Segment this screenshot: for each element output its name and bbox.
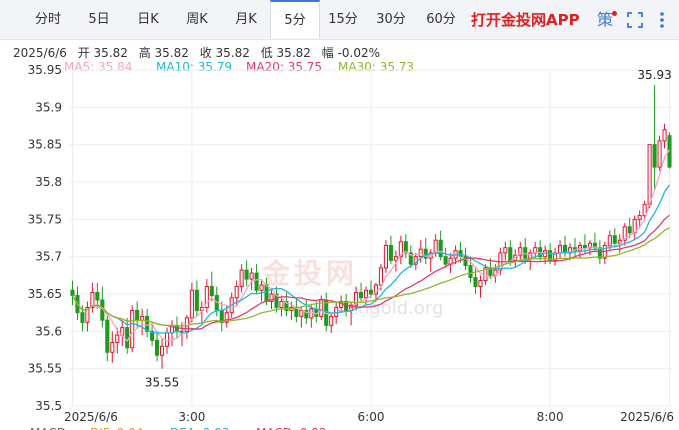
x-tick-label: 6:00 xyxy=(358,410,385,424)
y-tick-label: 35.5 xyxy=(35,399,62,413)
y-axis: 35.5 35.55 35.6 35.65 35.7 35.75 35.8 35.85 35.9… xyxy=(28,63,62,413)
candle-body xyxy=(279,300,284,308)
candle-body xyxy=(368,289,374,295)
candle-body xyxy=(463,256,468,267)
candle-body xyxy=(105,319,110,353)
candle-body xyxy=(637,215,642,220)
candle-body xyxy=(473,277,478,288)
candle-body xyxy=(125,327,130,349)
candle-body xyxy=(259,284,264,291)
candle-body xyxy=(558,244,563,254)
y-tick-label: 35.55 xyxy=(28,362,62,376)
candle-body xyxy=(438,239,443,258)
candle-body xyxy=(607,235,612,246)
candlestick-chart: 35.5 35.55 35.6 35.65 35.7 35.75 35.8 35.85 35.9… xyxy=(28,63,674,430)
macd-legend-partial: MACD DIF: 0.04 DEA: 0.03 MACD: 0.02 xyxy=(30,426,327,430)
x-tick-label: 2025/6/6 xyxy=(64,410,118,424)
candle-body xyxy=(299,309,304,317)
x-tick-label: 8:00 xyxy=(537,410,564,424)
candle-body xyxy=(80,312,85,323)
candle-body xyxy=(130,309,135,349)
candle-body xyxy=(209,286,214,296)
candle-body xyxy=(110,342,115,353)
candle-body xyxy=(264,284,269,302)
candle-body xyxy=(647,144,652,205)
candle-body xyxy=(234,286,239,299)
candle-body xyxy=(662,129,667,142)
x-tick-label: 2025/6/6 xyxy=(620,410,674,424)
candle-body xyxy=(254,272,259,291)
candle-body xyxy=(164,332,170,347)
candle-body xyxy=(378,267,383,286)
candle-body xyxy=(582,244,587,249)
candle-body xyxy=(652,144,657,168)
candle-body xyxy=(194,289,199,311)
candle-body xyxy=(508,247,513,261)
candle-body xyxy=(189,289,194,319)
candle-body xyxy=(244,269,249,280)
candle-body xyxy=(657,140,662,168)
candle-body xyxy=(95,292,100,301)
annotations: 35.55 35.93 xyxy=(145,68,672,390)
candle-body xyxy=(309,308,314,319)
candle-body xyxy=(612,235,617,244)
candle-body xyxy=(443,256,448,265)
candle-body xyxy=(249,272,254,280)
y-tick-label: 35.8 xyxy=(35,175,62,189)
y-tick-label: 35.65 xyxy=(28,287,62,301)
candle-body xyxy=(239,269,244,288)
candle-body xyxy=(90,292,95,308)
y-tick-label: 35.9 xyxy=(35,100,62,114)
candle-body xyxy=(363,289,369,299)
candle-body xyxy=(115,334,120,344)
candle-body xyxy=(329,315,334,326)
candle-body xyxy=(468,265,473,279)
candle-body xyxy=(388,244,393,261)
candle-body xyxy=(70,289,75,296)
macd-legend-item: MACD: 0.02 xyxy=(256,426,327,430)
candle-body xyxy=(135,309,140,321)
candle-body xyxy=(458,250,463,258)
macd-legend-item: DIF: 0.04 xyxy=(90,426,143,430)
y-tick-label: 35.75 xyxy=(28,212,62,226)
y-tick-label: 35.6 xyxy=(35,324,62,338)
candle-body xyxy=(159,345,165,356)
macd-legend-item: MACD xyxy=(30,426,66,430)
candle-body xyxy=(155,339,160,356)
candle-body xyxy=(503,247,508,254)
x-tick-label: 3:00 xyxy=(178,410,205,424)
price-annotation: 35.93 xyxy=(637,68,671,82)
candle-body xyxy=(383,244,388,269)
candle-body xyxy=(627,226,632,234)
y-tick-label: 35.85 xyxy=(28,138,62,152)
macd-legend-item: DEA: 0.03 xyxy=(170,426,229,430)
y-tick-label: 35.95 xyxy=(28,63,62,77)
y-tick-label: 35.7 xyxy=(35,250,62,264)
candle-body xyxy=(359,292,364,299)
x-axis: 2025/6/6 3:00 6:00 8:00 2025/6/6 xyxy=(64,410,674,424)
candle-body xyxy=(393,256,398,261)
candle-body xyxy=(478,280,483,288)
price-annotation: 35.55 xyxy=(145,376,179,390)
